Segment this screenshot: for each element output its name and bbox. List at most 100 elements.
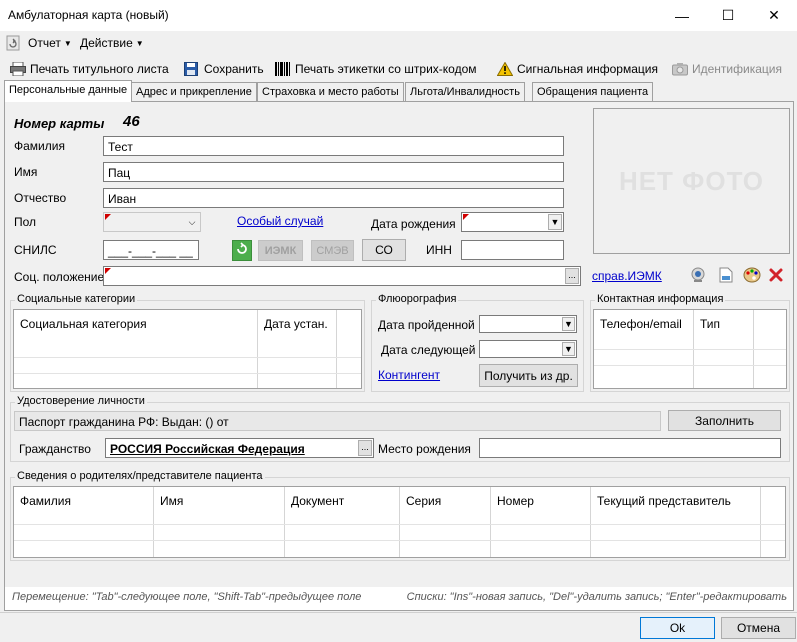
identity-document-field[interactable]: Паспорт гражданина РФ: Выдан: () от (14, 411, 661, 431)
social-categories-group: Социальные категории Социальная категори… (10, 293, 365, 392)
identification-button[interactable]: Идентификация (672, 60, 782, 77)
special-case-link[interactable]: Особый случай (237, 214, 323, 228)
status-hints: Перемещение: "Tab"-следующее поле, "Shif… (0, 588, 797, 606)
card-number-value: 46 (123, 113, 140, 130)
social-categories-title: Социальные категории (15, 293, 138, 305)
smev-button[interactable]: СМЭВ (311, 240, 354, 261)
refresh-icon (235, 242, 249, 259)
iemk-button[interactable]: ИЭМК (258, 240, 303, 261)
birth-date-label: Дата рождения (371, 217, 456, 231)
column-header[interactable]: Имя (154, 487, 285, 557)
menu-report[interactable]: Отчет ▼ (28, 36, 72, 50)
delete-icon[interactable] (768, 267, 784, 286)
ok-button[interactable]: Ok (640, 617, 715, 639)
column-header[interactable]: Фамилия (14, 487, 154, 557)
tab-insurance[interactable]: Страховка и место работы (257, 82, 404, 101)
name-field[interactable]: Пац (103, 162, 564, 182)
print-barcode-button[interactable]: Печать этикетки со штрих-кодом (275, 60, 477, 77)
sex-combo[interactable]: ⌵ (103, 212, 201, 232)
barcode-icon (275, 61, 291, 76)
warning-icon (496, 60, 514, 76)
identity-title: Удостоверение личности (15, 395, 147, 407)
column-header[interactable]: Номер (491, 487, 591, 557)
required-marker (105, 268, 111, 274)
identity-group: Удостоверение личности Паспорт гражданин… (10, 395, 790, 462)
floppy-icon (184, 61, 200, 76)
contingent-link[interactable]: Контингент (378, 368, 440, 382)
citizenship-field[interactable]: РОССИЯ Российская Федерация ... (105, 438, 374, 458)
calendar-dropdown-icon[interactable]: ▼ (562, 342, 575, 356)
status-hint-right: Списки: "Ins"-новая запись, "Del"-удалит… (406, 591, 787, 603)
print-title-button[interactable]: Печать титульного листа (10, 60, 169, 77)
social-status-field[interactable]: ... (103, 266, 581, 286)
browse-button[interactable]: ... (565, 268, 579, 284)
sprav-iemk-link[interactable]: справ.ИЭМК (592, 269, 662, 283)
column-header[interactable]: Документ (285, 487, 400, 557)
palette-icon[interactable] (743, 267, 761, 286)
calendar-dropdown-icon[interactable]: ▼ (548, 214, 562, 230)
fluorography-title: Флюорография (376, 293, 459, 305)
refresh-button[interactable] (232, 240, 252, 261)
column-header[interactable]: Социальная категория (14, 310, 258, 388)
browse-button[interactable]: ... (358, 440, 372, 456)
card-number-label: Номер карты (14, 116, 105, 131)
patronymic-label: Отчество (14, 191, 67, 205)
social-status-label: Соц. положение (14, 270, 105, 284)
refresh-icon[interactable] (6, 35, 20, 54)
photo-placeholder: НЕТ ФОТО (593, 108, 790, 254)
fluorography-group: Флюорография Дата пройденной ▼ Дата след… (371, 293, 584, 392)
tab-address[interactable]: Адрес и прикрепление (131, 82, 257, 101)
dialog-buttons: Ok Отмена (0, 612, 797, 642)
column-header[interactable]: Серия (400, 487, 491, 557)
date-next-field[interactable]: ▼ (479, 340, 577, 358)
chevron-down-icon[interactable]: ⌵ (184, 213, 200, 231)
contacts-grid[interactable]: Телефон/email Тип (593, 309, 787, 389)
parents-group: Сведения о родителях/представителе пацие… (10, 470, 790, 561)
parents-grid[interactable]: Фамилия Имя Документ Серия Номер Текущий… (13, 486, 786, 558)
column-header[interactable]: Текущий представитель (591, 487, 761, 557)
tab-personal-data[interactable]: Персональные данные (4, 80, 133, 102)
tab-benefits[interactable]: Льгота/Инвалидность (405, 82, 525, 101)
surname-field[interactable]: Тест (103, 136, 564, 156)
co-button[interactable]: СО (362, 239, 406, 261)
contacts-group: Контактная информация Телефон/email Тип (590, 293, 790, 392)
webcam-icon[interactable] (690, 267, 706, 286)
birthplace-label: Место рождения (378, 442, 471, 456)
toolbar: Печать титульного листа Сохранить Печать… (0, 56, 797, 80)
signal-info-button[interactable]: Сигнальная информация (496, 60, 658, 77)
required-marker (463, 214, 469, 220)
name-label: Имя (14, 165, 38, 179)
cancel-button[interactable]: Отмена (721, 617, 796, 639)
date-done-field[interactable]: ▼ (479, 315, 577, 333)
printer-icon (10, 61, 26, 76)
menu-bar: Отчет ▼ Действие ▼ (0, 31, 797, 55)
fill-button[interactable]: Заполнить (668, 410, 781, 431)
parents-title: Сведения о родителях/представителе пацие… (15, 470, 265, 482)
minimize-button[interactable]: — (659, 0, 705, 31)
camera-icon (672, 62, 688, 76)
social-categories-grid[interactable]: Социальная категория Дата устан. (13, 309, 362, 389)
close-button[interactable]: ✕ (751, 0, 797, 31)
patronymic-field[interactable]: Иван (103, 188, 564, 208)
tab-visits[interactable]: Обращения пациента (532, 82, 654, 101)
required-marker (105, 214, 111, 220)
snils-field[interactable]: ___-___-___ __ (103, 240, 199, 260)
menu-action[interactable]: Действие ▼ (80, 36, 144, 50)
birth-date-field[interactable]: ▼ (461, 212, 564, 232)
date-next-label: Дата следующей (381, 343, 476, 357)
inn-field[interactable] (461, 240, 564, 260)
date-done-label: Дата пройденной (378, 318, 475, 332)
contacts-title: Контактная информация (595, 293, 726, 305)
window-title: Амбулаторная карта (новый) (8, 8, 169, 22)
calendar-dropdown-icon[interactable]: ▼ (562, 317, 575, 331)
maximize-button[interactable]: ☐ (705, 0, 751, 31)
status-hint-left: Перемещение: "Tab"-следующее поле, "Shif… (12, 591, 362, 603)
citizenship-label: Гражданство (19, 442, 91, 456)
sex-label: Пол (14, 215, 37, 229)
column-header[interactable]: Дата устан. (258, 310, 337, 388)
title-bar: Амбулаторная карта (новый) — ☐ ✕ (0, 0, 797, 31)
birthplace-field[interactable] (479, 438, 781, 458)
get-from-button[interactable]: Получить из др. (479, 364, 578, 387)
save-button[interactable]: Сохранить (184, 60, 264, 77)
file-icon[interactable] (719, 267, 733, 286)
